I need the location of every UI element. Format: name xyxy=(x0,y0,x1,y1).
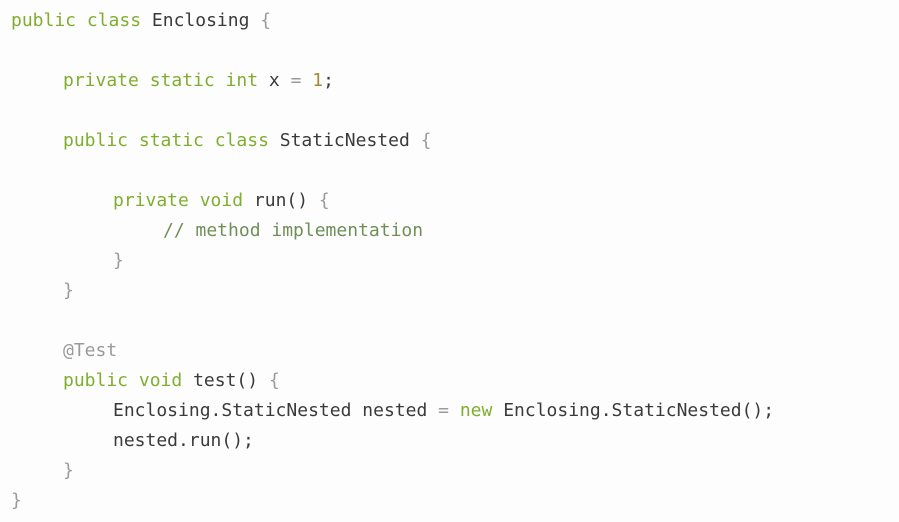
code-line: @Test xyxy=(11,336,899,366)
operator: = xyxy=(438,400,449,421)
keyword: public class xyxy=(11,10,142,31)
brace: { xyxy=(318,190,330,211)
code-line: private void run() { xyxy=(11,186,899,216)
code-line: } xyxy=(11,246,899,276)
annotation: @Test xyxy=(63,340,118,361)
code-line: } xyxy=(11,456,899,486)
brace: } xyxy=(11,490,22,511)
keyword: private static int xyxy=(63,70,259,91)
variable-name: nested xyxy=(362,400,428,421)
code-line: public static class StaticNested { xyxy=(11,126,899,156)
code-snippet: public class Enclosing { private static … xyxy=(0,0,899,522)
code-line: private static int x = 1; xyxy=(11,66,899,96)
constructor-call: Enclosing.StaticNested(); xyxy=(503,400,775,421)
nested-class-name: StaticNested xyxy=(279,130,410,151)
brace: } xyxy=(113,250,124,271)
class-name: Enclosing xyxy=(151,10,250,31)
method-call: nested.run(); xyxy=(113,430,254,451)
brace: { xyxy=(420,130,432,151)
type-name: Enclosing.StaticNested xyxy=(113,400,352,421)
operator: = xyxy=(290,70,302,91)
code-line: public void test() { xyxy=(11,366,899,396)
brace: } xyxy=(63,460,74,481)
brace: { xyxy=(268,370,280,391)
method-name: run() xyxy=(253,190,309,211)
code-line: public class Enclosing { xyxy=(11,6,899,36)
field-name: x xyxy=(268,70,280,91)
code-line: } xyxy=(11,276,899,306)
semicolon: ; xyxy=(323,70,334,91)
brace: } xyxy=(63,280,74,301)
keyword: public static class xyxy=(63,130,269,151)
number-literal: 1 xyxy=(312,70,324,91)
keyword: public void xyxy=(63,370,183,391)
code-line: Enclosing.StaticNested nested = new Encl… xyxy=(11,396,899,426)
keyword: new xyxy=(459,400,493,421)
comment: // method implementation xyxy=(163,220,424,241)
code-line: // method implementation xyxy=(11,216,899,246)
code-line: nested.run(); xyxy=(11,426,899,456)
keyword: private void xyxy=(113,190,244,211)
code-line: } xyxy=(11,486,899,516)
brace: { xyxy=(260,10,272,31)
method-name: test() xyxy=(193,370,259,391)
